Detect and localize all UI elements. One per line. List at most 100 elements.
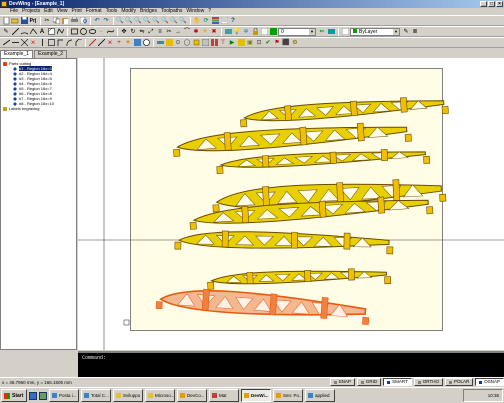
linetype-icon[interactable] [341, 28, 349, 36]
scale-icon[interactable]: ⤢ [147, 28, 155, 36]
taskbar-item[interactable]: Sen: Po... [273, 389, 303, 402]
engrave-icon[interactable]: ⊤ [219, 39, 227, 47]
join-icon[interactable] [97, 39, 105, 47]
menu-format[interactable]: Format [84, 8, 104, 15]
zoom-realtime-icon[interactable]: 🔍 [179, 17, 187, 25]
zoom-out-icon[interactable]: 🔍 [134, 17, 142, 25]
toolpath-icon[interactable] [165, 39, 173, 47]
menu-bridges[interactable]: Bridges [138, 8, 159, 15]
settings-icon[interactable]: ⚙ [291, 39, 299, 47]
bridge-icon[interactable] [156, 39, 164, 47]
menu-window[interactable]: Window [184, 8, 206, 15]
copy-icon[interactable] [52, 17, 60, 25]
rib-part[interactable] [216, 147, 431, 174]
menu-projects[interactable]: Projects [20, 8, 42, 15]
menu-view[interactable]: View [55, 8, 70, 15]
cut-icon[interactable]: ✂ [43, 17, 51, 25]
ray-icon[interactable] [20, 39, 28, 47]
taskbar-item-active[interactable]: DevWi... [241, 389, 271, 402]
dimension-icon[interactable] [29, 28, 37, 36]
undo-icon[interactable]: ↶ [93, 17, 101, 25]
open-folder-icon[interactable] [11, 17, 19, 25]
cut-order-icon[interactable] [210, 39, 218, 47]
pencil-icon[interactable]: ✎ [2, 28, 10, 36]
zoom-selection-icon[interactable]: 🔍 [170, 17, 178, 25]
zoom-extents-icon[interactable]: 🔍 [152, 17, 160, 25]
circle-tool-icon[interactable] [79, 28, 87, 36]
snap-nearest-icon[interactable] [133, 39, 141, 47]
simulate-icon[interactable]: ▶ [228, 39, 236, 47]
start-button[interactable]: Start [1, 389, 27, 402]
regen-icon[interactable]: ⟳ [202, 17, 210, 25]
tool-radius-icon[interactable]: ⊙ [174, 39, 182, 47]
zoom-previous-icon[interactable]: 🔍 [161, 17, 169, 25]
vertical-line-icon[interactable] [38, 39, 46, 47]
smart-toggle[interactable]: SMART [383, 378, 412, 386]
extend-icon[interactable]: → [174, 28, 182, 36]
taskbar-item[interactable]: applied [305, 389, 335, 402]
snap-circle-icon[interactable] [142, 39, 150, 47]
explode-icon[interactable]: ✱ [192, 28, 200, 36]
menu-tools[interactable]: Tools [104, 8, 120, 15]
line-tool-icon[interactable] [11, 28, 19, 36]
list-icon[interactable]: ≣ [411, 28, 419, 36]
tree-labels-node[interactable]: Labels engraving [1, 106, 76, 111]
move-icon[interactable]: ✥ [120, 28, 128, 36]
polar-toggle[interactable]: POLAR [444, 378, 474, 386]
tab-example-2[interactable]: Example_2 [34, 50, 68, 58]
drawing-canvas[interactable] [78, 58, 504, 350]
text-tool-icon[interactable]: A [38, 28, 46, 36]
lead-in-icon[interactable]: ◯ [183, 39, 191, 47]
make-current-layer-icon[interactable]: ⇐ [318, 28, 326, 36]
arc-3pt-icon[interactable] [65, 39, 73, 47]
arc-tool-icon[interactable] [20, 28, 28, 36]
spline-tool-icon[interactable] [106, 28, 114, 36]
redo-icon[interactable]: ↷ [102, 17, 110, 25]
sequence-icon[interactable] [192, 39, 200, 47]
post-process-icon[interactable] [237, 39, 245, 47]
taskbar-item[interactable]: Sviluppo [113, 389, 143, 402]
menu-print[interactable]: Print [70, 8, 84, 15]
maximize-button[interactable]: □ [488, 1, 495, 7]
taskbar-item[interactable]: Mat [209, 389, 239, 402]
trim-icon[interactable]: ✂ [165, 28, 173, 36]
erase-icon[interactable]: ✖ [210, 28, 218, 36]
layer-previous-icon[interactable] [327, 28, 335, 36]
polygon-icon[interactable] [56, 39, 64, 47]
construction-line-icon[interactable] [11, 39, 19, 47]
zoom-all-icon[interactable]: 🔍 [143, 17, 151, 25]
rib-part[interactable] [240, 95, 449, 128]
tab-example-1[interactable]: Example_1 [0, 50, 34, 58]
menu-modify[interactable]: Modify [119, 8, 138, 15]
rectangle-tool-icon[interactable] [70, 28, 78, 36]
grid-toggle[interactable]: GRID [356, 378, 382, 386]
mline-icon[interactable]: ⨯ [29, 39, 37, 47]
layer-color-icon[interactable] [269, 28, 277, 36]
taskbar-item[interactable]: Microso... [145, 389, 175, 402]
properties-icon[interactable] [220, 17, 228, 25]
measure-icon[interactable]: ⊡ [255, 39, 263, 47]
match-properties-icon[interactable]: ✎ [402, 28, 410, 36]
offset-icon[interactable]: ≡ [156, 28, 164, 36]
layer-state-icon[interactable] [224, 28, 232, 36]
freeze-icon[interactable]: ❄ [242, 28, 250, 36]
quick-launch-ie-icon[interactable] [29, 391, 37, 400]
stretch-icon[interactable]: ⨯ [106, 39, 114, 47]
current-layer-select[interactable]: ByLayer ▼ [350, 27, 400, 36]
menu-help[interactable]: ? [206, 8, 213, 15]
menu-file[interactable]: File [8, 8, 20, 15]
snap-toggle[interactable]: SNAP [329, 378, 355, 386]
chamfer-icon[interactable] [74, 39, 82, 47]
new-file-icon[interactable] [2, 16, 10, 25]
minimize-button[interactable]: _ [480, 1, 487, 7]
rect-outline-icon[interactable] [47, 39, 55, 47]
flag-icon[interactable]: ⚑ [273, 39, 281, 47]
point-tool-icon[interactable]: · [97, 28, 105, 36]
project-icon[interactable]: Prj [29, 17, 37, 25]
layer-select[interactable]: 0 ▼ [278, 27, 316, 36]
taskbar-item[interactable]: Posta i... [49, 389, 79, 402]
color-icon[interactable] [260, 28, 268, 36]
zoom-window-icon[interactable]: 🔍 [116, 17, 124, 25]
check-icon[interactable]: ✔ [264, 39, 272, 47]
rib-part[interactable] [207, 268, 392, 290]
